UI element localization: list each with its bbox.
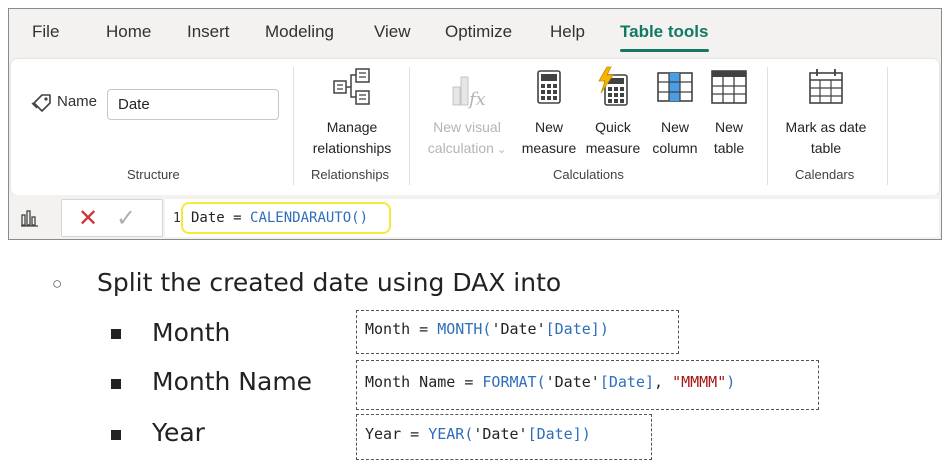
item-label-month: Month xyxy=(152,318,231,347)
group-label-relationships: Relationships xyxy=(311,167,390,182)
item-label-year: Year xyxy=(152,418,205,447)
active-tab-indicator xyxy=(620,49,709,52)
chevron-down-icon: ⌄ xyxy=(493,144,507,156)
bullet-circle-icon: ○ xyxy=(52,274,63,293)
dax-code-month-name: Month Name = FORMAT('Date'[Date], "MMMM"… xyxy=(356,360,819,410)
group-label-calendars: Calendars xyxy=(795,167,855,182)
commit-formula-icon[interactable]: ✓ xyxy=(116,206,136,230)
menu-bar: File Home Insert Modeling View Optimize … xyxy=(9,9,941,59)
menu-insert[interactable]: Insert xyxy=(187,22,230,42)
menu-help[interactable]: Help xyxy=(550,22,585,42)
name-label: Name xyxy=(57,93,98,110)
table-name-input[interactable] xyxy=(107,89,279,120)
new-measure-button[interactable]: New measure xyxy=(517,65,581,159)
new-table-button[interactable]: New table xyxy=(705,65,753,159)
menu-home[interactable]: Home xyxy=(106,22,151,42)
dax-code-year: Year = YEAR('Date'[Date]) xyxy=(356,414,652,460)
menu-modeling[interactable]: Modeling xyxy=(265,22,334,42)
group-divider xyxy=(409,67,410,185)
bullet-square-icon xyxy=(111,329,121,339)
calculator-icon xyxy=(517,65,581,111)
formula-code: Date = CALENDARAUTO() xyxy=(191,210,369,226)
line-number: 1 xyxy=(173,211,181,226)
menu-view[interactable]: View xyxy=(374,22,411,42)
menu-optimize[interactable]: Optimize xyxy=(445,22,512,42)
cancel-formula-icon[interactable]: ✕ xyxy=(78,206,98,230)
new-column-button[interactable]: New column xyxy=(645,65,705,159)
quick-measure-button[interactable]: Quick measure xyxy=(581,65,645,159)
bullet-square-icon xyxy=(111,379,121,389)
formula-actions: ✕ ✓ xyxy=(61,199,163,237)
group-label-calculations: Calculations xyxy=(553,167,624,182)
group-label-structure: Structure xyxy=(127,167,180,182)
intro-text: Split the created date using DAX into xyxy=(97,268,562,297)
svg-text:fx: fx xyxy=(467,89,486,110)
bullet-square-icon xyxy=(111,430,121,440)
group-divider xyxy=(887,67,888,185)
tag-icon xyxy=(31,92,53,119)
menu-file[interactable]: File xyxy=(32,22,59,42)
manage-relationships-button[interactable]: Manage relationships xyxy=(303,65,401,159)
relationships-icon xyxy=(303,65,401,111)
dax-code-month: Month = MONTH('Date'[Date]) xyxy=(356,310,679,354)
visual-calculation-icon: fx xyxy=(419,65,515,111)
report-view-icon[interactable] xyxy=(21,209,39,232)
quick-measure-icon xyxy=(581,65,645,111)
new-table-icon xyxy=(705,65,753,111)
mark-as-date-table-button[interactable]: Mark as date table xyxy=(775,65,877,159)
group-divider xyxy=(293,67,294,185)
item-label-month-name: Month Name xyxy=(152,367,313,396)
formula-bar: ✕ ✓ 1 Date = CALENDARAUTO() xyxy=(9,195,941,239)
new-visual-calculation-button[interactable]: fx New visual calculation ⌄ xyxy=(419,65,515,161)
menu-table-tools[interactable]: Table tools xyxy=(620,22,708,42)
group-divider xyxy=(767,67,768,185)
formula-editor[interactable]: 1 Date = CALENDARAUTO() xyxy=(165,199,939,237)
powerbi-window: File Home Insert Modeling View Optimize … xyxy=(8,8,942,240)
ribbon: Name Structure Manage relationships Rela… xyxy=(11,59,939,195)
new-column-icon xyxy=(645,65,705,111)
calendar-icon xyxy=(775,65,877,111)
